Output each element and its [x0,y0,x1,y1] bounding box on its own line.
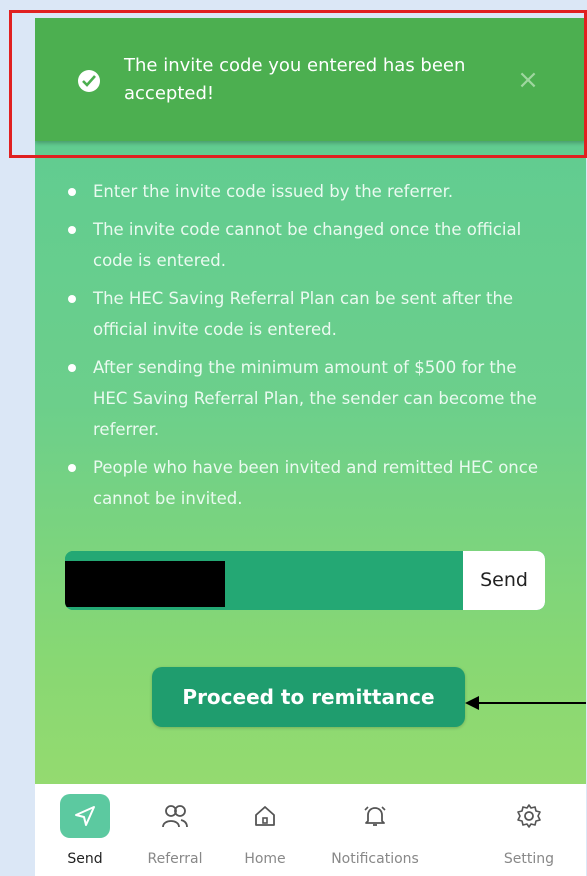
close-icon[interactable]: × [516,67,540,93]
nav-item-notifications[interactable]: Notifications [325,784,425,876]
nav-item-send[interactable]: Send [35,784,135,876]
invite-code-input[interactable] [65,551,463,610]
send-icon [60,794,110,838]
proceed-to-remittance-button[interactable]: Proceed to remittance [152,667,465,727]
list-item: People who have been invited and remitte… [65,452,555,514]
nav-item-setting[interactable]: Setting [479,784,579,876]
invite-code-row: Send [65,551,545,610]
nav-label: Setting [503,851,555,867]
toast-message: The invite code you entered has been acc… [124,55,466,104]
bottom-navigation: Send Referral Home Notifications Setting [35,784,586,876]
nav-item-referral[interactable]: Referral [125,784,225,876]
referral-icon [150,794,200,838]
redaction-box [65,561,225,607]
bell-icon [350,794,400,838]
nav-item-home[interactable]: Home [215,784,315,876]
referral-rules-list: Enter the invite code issued by the refe… [65,176,555,521]
pointer-arrow-annotation [465,696,586,710]
nav-label: Home [244,851,286,867]
nav-label: Notifications [331,851,419,867]
list-item: The invite code cannot be changed once t… [65,214,555,276]
list-item: After sending the minimum amount of $500… [65,352,555,445]
nav-label: Referral [147,851,203,867]
send-code-button[interactable]: Send [463,551,545,610]
list-item: Enter the invite code issued by the refe… [65,176,555,207]
success-toast: The invite code you entered has been acc… [35,18,586,141]
list-item: The HEC Saving Referral Plan can be sent… [65,283,555,345]
check-circle-icon [78,70,100,92]
gear-icon [504,794,554,838]
nav-label: Send [67,851,103,867]
app-screen: The invite code you entered has been acc… [35,18,586,876]
home-icon [240,794,290,838]
